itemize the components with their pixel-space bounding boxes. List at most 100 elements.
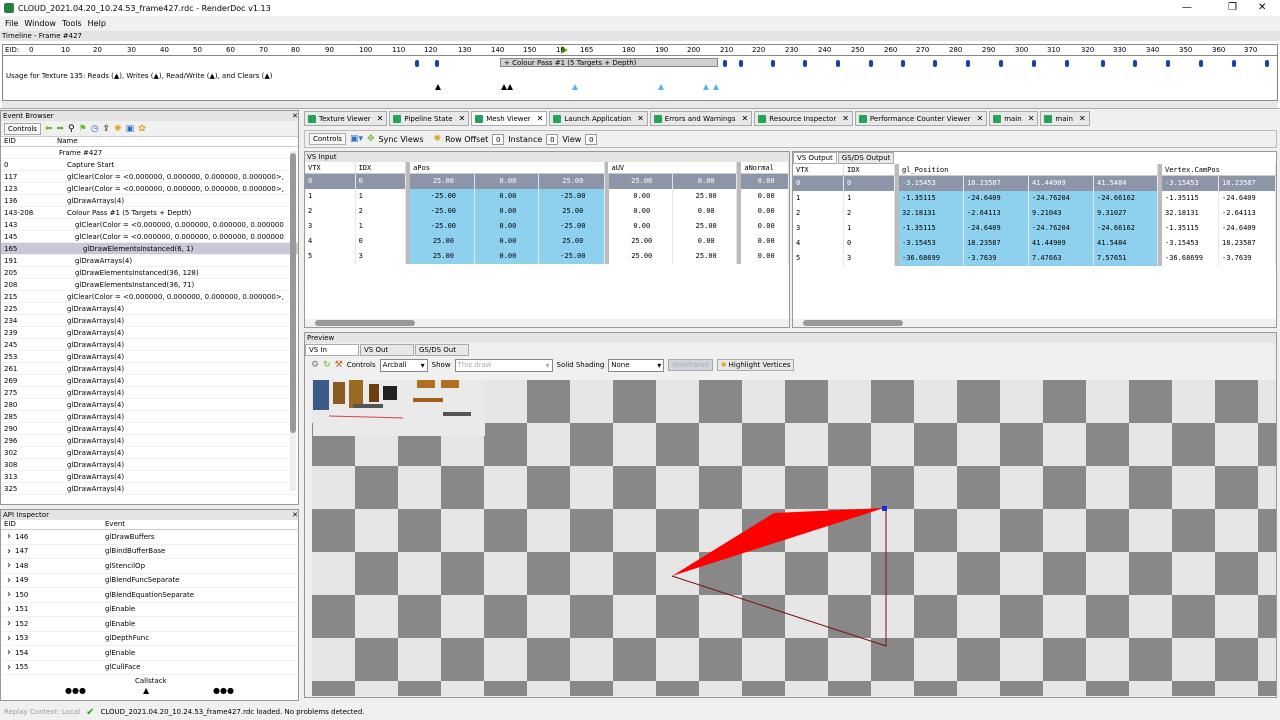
tab-close-icon[interactable]: ✕ (637, 114, 644, 123)
event-row[interactable]: 239 glDrawArrays(4) (1, 327, 298, 339)
event-browser-close-icon[interactable]: ✕ (292, 111, 298, 121)
expand-chevron-icon[interactable]: › (1, 618, 15, 629)
settings-icon[interactable]: ✺ (114, 124, 122, 134)
api-row[interactable]: › 147 glBindBufferBase (1, 545, 298, 559)
tab-vs-in[interactable]: VS In (305, 344, 359, 356)
timeline-ruler[interactable]: EID: 0 10 20 30 40 50 60 70 80 90 100 110 120 130 140 1… (2, 44, 1278, 56)
arrow-right-icon[interactable]: ➡ (57, 124, 65, 134)
menu-file[interactable]: File (5, 19, 18, 28)
event-dot[interactable] (1166, 60, 1170, 67)
expand-chevron-icon[interactable]: › (1, 633, 15, 644)
highlight-vertices-button[interactable]: ✺ Highlight Vertices (716, 359, 795, 371)
event-row[interactable]: 253 glDrawArrays(4) (1, 351, 298, 363)
api-row[interactable]: › 146 glDrawBuffers (1, 530, 298, 545)
usage-marker-icon[interactable] (703, 84, 709, 90)
event-row[interactable]: 261 glDrawArrays(4) (1, 363, 298, 375)
event-row[interactable]: 117 glClear(Color = <0.000000, 0.000000, … (1, 171, 298, 183)
event-dot[interactable] (803, 60, 807, 67)
menu-help[interactable]: Help (88, 19, 106, 28)
tab-close-icon[interactable]: ✕ (1079, 114, 1086, 123)
export-icon[interactable]: ⇪ (103, 124, 111, 134)
vs-output-row[interactable]: 0 0 -3.15453 18.23587 41.44909 41.5484 -3.1545… (793, 176, 1276, 191)
event-row[interactable]: 313 glDrawArrays(4) (1, 471, 298, 483)
more-left-icon[interactable]: ●●● (65, 686, 86, 695)
tab-close-icon[interactable]: ✕ (537, 114, 544, 123)
vs-output-hscroll[interactable] (793, 319, 1276, 327)
event-row[interactable]: 290 glDrawArrays(4) (1, 423, 298, 435)
vs-input-hscroll[interactable] (305, 319, 789, 327)
row-offset-input[interactable]: 0 (492, 133, 505, 145)
expand-chevron-icon[interactable]: › (1, 560, 15, 571)
wireframe-button[interactable]: Wireframe (668, 359, 713, 371)
event-row[interactable]: 325 glDrawArrays(4) (1, 483, 298, 495)
tab-resource-inspector[interactable]: Resource Inspector ✕ (754, 111, 853, 126)
event-dot[interactable] (1065, 60, 1069, 67)
event-row[interactable]: 234 glDrawArrays(4) (1, 315, 298, 327)
expand-chevron-icon[interactable]: › (1, 604, 15, 615)
vs-output-row[interactable]: 1 1 -1.35115 -24.6409 -24.76204 -24.66162 -1.3… (793, 191, 1276, 206)
save-icon[interactable]: ▣ (126, 124, 135, 134)
timeline-scrollbar[interactable] (2, 101, 1278, 108)
tab-main[interactable]: main ✕ (989, 111, 1039, 126)
tab-launch-application[interactable]: Launch Application ✕ (549, 111, 648, 126)
event-dot[interactable] (415, 60, 419, 67)
fit-view-icon[interactable]: ⚒ (335, 360, 343, 370)
instance-input[interactable]: 0 (546, 133, 559, 145)
event-dot[interactable] (771, 60, 775, 67)
solid-shading-select[interactable]: None (608, 358, 665, 372)
view-input[interactable]: 0 (585, 133, 598, 145)
api-row[interactable]: › 148 glStencilOp (1, 559, 298, 574)
usage-marker-icon[interactable] (572, 84, 578, 90)
event-dot[interactable] (1199, 60, 1203, 67)
maximize-icon[interactable]: ❐ (1228, 2, 1237, 13)
sync-views-icon[interactable]: ✥ (367, 134, 375, 144)
event-row[interactable]: 275 glDrawArrays(4) (1, 387, 298, 399)
tab-close-icon[interactable]: ✕ (742, 114, 749, 123)
event-row[interactable]: Frame #427 (1, 147, 298, 159)
gear-icon[interactable]: ⚙ (311, 360, 319, 370)
vs-output-row[interactable]: 5 3 -36.68699 -3.7639 7.47663 7.57651 -36.6869… (793, 251, 1276, 266)
expand-chevron-icon[interactable]: › (1, 575, 15, 586)
tab-texture-viewer[interactable]: Texture Viewer ✕ (304, 111, 388, 126)
api-row[interactable]: › 153 glDepthFunc (1, 632, 298, 646)
event-row[interactable]: 308 glDrawArrays(4) (1, 459, 298, 471)
vs-input-row[interactable]: 3 1 -25.00 0.00 -25.00 0.00 25.00 0.00 (305, 219, 790, 234)
usage-marker-icon[interactable] (713, 84, 719, 90)
colour-pass-marker[interactable]: + Colour Pass #1 (5 Targets + Depth) (500, 58, 718, 67)
controls-button[interactable]: Controls (4, 122, 41, 135)
mesh-preview-svg[interactable] (312, 380, 1276, 696)
usage-marker-icon[interactable] (658, 84, 664, 90)
tab-vs-out[interactable]: VS Out (360, 344, 414, 356)
expand-chevron-icon[interactable]: › (1, 589, 15, 600)
timeline-track[interactable]: + Colour Pass #1 (5 Targets + Depth) Usa… (2, 56, 1278, 101)
expand-chevron-icon[interactable]: › (1, 647, 15, 658)
show-select[interactable]: This draw (454, 358, 553, 372)
api-row[interactable]: › 151 glEnable (1, 603, 298, 617)
api-row[interactable]: › 154 glEnable (1, 646, 298, 661)
event-row[interactable]: 123 glClear(Color = <0.000000, 0.000000, … (1, 183, 298, 195)
event-row[interactable]: 191 glDrawArrays(4) (1, 255, 298, 267)
tab-close-icon[interactable]: ✕ (842, 114, 849, 123)
tab-vs-output[interactable]: VS Output (793, 152, 837, 164)
event-row[interactable]: 208 glDrawElementsInstanced(36, 71) (1, 279, 298, 291)
event-dot[interactable] (1101, 60, 1105, 67)
api-row[interactable]: › 149 glBlendFuncSeparate (1, 574, 298, 588)
expand-chevron-icon[interactable]: › (1, 546, 15, 557)
event-row[interactable]: 205 glDrawElementsInstanced(36, 128) (1, 267, 298, 279)
api-row[interactable]: › 150 glBlendEquationSeparate (1, 588, 298, 603)
colorize-icon[interactable]: ✿ (138, 124, 146, 134)
api-inspector-close-icon[interactable]: ✕ (292, 510, 298, 520)
expand-chevron-icon[interactable]: › (1, 531, 15, 542)
tab-pipeline-state[interactable]: Pipeline State ✕ (389, 111, 470, 126)
event-row[interactable]: 225 glDrawArrays(4) (1, 303, 298, 315)
event-row[interactable]: 302 glDrawArrays(4) (1, 447, 298, 459)
event-dot[interactable] (435, 60, 439, 67)
event-row[interactable]: 285 glDrawArrays(4) (1, 411, 298, 423)
tab-main[interactable]: main ✕ (1040, 111, 1090, 126)
event-row[interactable]: 143 glClear(Color = <0.000000, 0.000000, … (1, 219, 298, 231)
tab-gs-ds-out[interactable]: GS/DS Out (415, 344, 469, 356)
close-icon[interactable]: ✕ (1258, 2, 1266, 13)
tab-performance-counter-viewer[interactable]: Performance Counter Viewer ✕ (854, 111, 988, 126)
bookmark-icon[interactable]: ⚑ (79, 124, 87, 134)
event-dot[interactable] (1133, 60, 1137, 67)
